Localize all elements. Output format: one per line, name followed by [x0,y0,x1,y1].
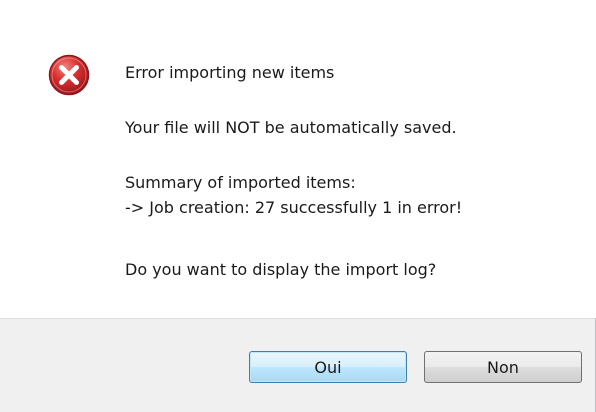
error-title-message: Error importing new items [125,63,335,82]
summary-heading: Summary of imported items: [125,173,356,192]
display-log-question: Do you want to display the import log? [125,260,437,279]
yes-button[interactable]: Oui [249,351,407,383]
error-icon [48,54,90,96]
save-warning-message: Your file will NOT be automatically save… [125,118,457,137]
message-dialog: Error importing new items Your file will… [0,0,596,412]
dialog-button-bar: Oui Non [0,318,595,412]
dialog-content: Error importing new items Your file will… [0,0,596,318]
summary-detail: -> Job creation: 27 successfully 1 in er… [125,198,463,217]
no-button[interactable]: Non [424,351,582,383]
